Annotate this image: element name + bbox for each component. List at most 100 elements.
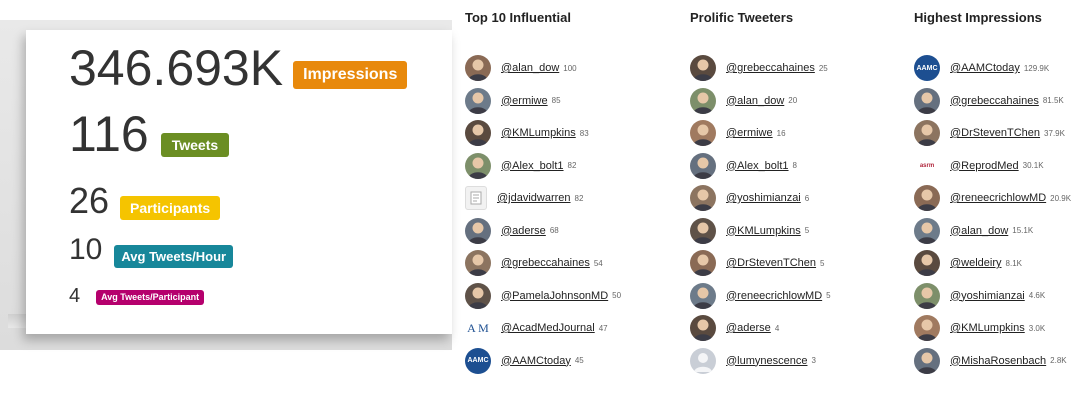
list-item[interactable]: AAMC @AAMCtoday 129.9K [914, 53, 1049, 83]
list-item[interactable]: @Alex_bolt1 8 [690, 151, 797, 181]
user-handle-link[interactable]: @yoshimianzai [950, 290, 1025, 302]
list-item[interactable]: @aderse 68 [465, 216, 559, 246]
impressions-stat: 346.693K Impressions [69, 40, 408, 96]
user-handle-link[interactable]: @KMLumpkins [726, 225, 801, 237]
person-avatar-icon [914, 217, 940, 244]
user-handle-link[interactable]: @Alex_bolt1 [726, 160, 789, 172]
user-count: 85 [551, 96, 561, 105]
list-item[interactable]: @lumynescence 3 [690, 346, 816, 376]
list-item[interactable]: @reneecrichlowMD 5 [690, 281, 831, 311]
person-avatar-icon [914, 250, 940, 276]
user-count: 50 [612, 291, 622, 300]
list-item[interactable]: A M @AcadMedJournal 47 [465, 313, 608, 343]
user-handle-link[interactable]: @weldeiry [950, 257, 1002, 269]
list-item[interactable]: @alan_dow 15.1K [914, 216, 1033, 246]
user-handle-link[interactable]: @DrStevenTChen [950, 127, 1040, 139]
default-user-avatar-icon [690, 347, 716, 374]
list-item[interactable]: @KMLumpkins 83 [465, 118, 589, 148]
list-item[interactable]: @jdavidwarren 82 [465, 183, 583, 213]
user-handle-link[interactable]: @reneecrichlowMD [950, 192, 1046, 204]
user-count: 4.6K [1028, 291, 1046, 300]
user-handle-link[interactable]: @ermiwe [726, 127, 773, 139]
list-item[interactable]: @yoshimianzai 6 [690, 183, 809, 213]
user-count: 30.1K [1022, 161, 1044, 170]
list-item[interactable]: @Alex_bolt1 82 [465, 151, 576, 181]
user-handle-link[interactable]: @PamelaJohnsonMD [501, 290, 608, 302]
list-item[interactable]: @ermiwe 85 [465, 86, 561, 116]
list-item[interactable]: @alan_dow 100 [465, 53, 577, 83]
user-count: 37.9K [1044, 128, 1065, 138]
list-item[interactable]: @KMLumpkins 5 [690, 216, 809, 246]
list-item[interactable]: asrm @ReprodMed 30.1K [914, 151, 1044, 181]
prolific-title: Prolific Tweeters [690, 10, 794, 25]
user-count: 20.9K [1050, 193, 1072, 203]
impressions-list-title: Highest Impressions [914, 10, 1042, 25]
user-handle-link[interactable]: @AAMCtoday [950, 62, 1020, 74]
participants-badge: Participants [120, 196, 221, 220]
list-item[interactable]: @reneecrichlowMD 20.9K [914, 183, 1071, 213]
list-item[interactable]: @PamelaJohnsonMD 50 [465, 281, 621, 311]
user-handle-link[interactable]: @Alex_bolt1 [501, 160, 564, 172]
user-handle-link[interactable]: @alan_dow [501, 62, 559, 74]
user-handle-link[interactable]: @grebeccahaines [950, 95, 1039, 107]
user-count: 5 [804, 226, 810, 235]
list-item[interactable]: @grebeccahaines 81.5K [914, 86, 1064, 116]
document-avatar-icon [465, 186, 487, 210]
person-avatar-icon [465, 55, 491, 81]
list-item[interactable]: @KMLumpkins 3.0K [914, 313, 1045, 343]
user-handle-link[interactable]: @MishaRosenbach [950, 355, 1046, 367]
list-item[interactable]: AAMC @AAMCtoday 45 [465, 346, 584, 376]
user-handle-link[interactable]: @grebeccahaines [501, 257, 590, 269]
user-count: 45 [574, 356, 584, 365]
user-count: 2.8K [1050, 356, 1067, 365]
user-count: 15.1K [1012, 226, 1034, 235]
list-item[interactable]: @MishaRosenbach 2.8K [914, 346, 1067, 376]
person-avatar-icon [914, 347, 940, 374]
tweets-badge: Tweets [160, 133, 230, 157]
list-item[interactable]: @grebeccahaines 25 [690, 53, 828, 83]
user-handle-link[interactable]: @aderse [501, 225, 546, 237]
person-avatar-icon [690, 87, 716, 114]
list-item[interactable]: @DrStevenTChen 37.9K [914, 118, 1065, 148]
user-handle-link[interactable]: @lumynescence [726, 355, 807, 367]
person-avatar-icon [914, 120, 940, 146]
avg-participant-value: 4 [69, 284, 81, 307]
person-avatar-icon [690, 282, 716, 309]
person-avatar-icon [690, 315, 716, 341]
user-count: 5 [820, 258, 825, 268]
list-item[interactable]: @yoshimianzai 4.6K [914, 281, 1045, 311]
list-item[interactable]: @DrStevenTChen 5 [690, 248, 825, 278]
list-item[interactable]: @weldeiry 8.1K [914, 248, 1022, 278]
user-handle-link[interactable]: @ermiwe [501, 95, 548, 107]
user-handle-link[interactable]: @yoshimianzai [726, 192, 801, 204]
user-handle-link[interactable]: @ReprodMed [950, 160, 1019, 172]
user-handle-link[interactable]: @AAMCtoday [501, 355, 571, 367]
user-count: 82 [567, 161, 577, 170]
list-item[interactable]: @ermiwe 16 [690, 118, 786, 148]
person-avatar-icon [690, 250, 716, 276]
user-handle-link[interactable]: @DrStevenTChen [726, 257, 816, 269]
user-handle-link[interactable]: @alan_dow [950, 225, 1008, 237]
user-count: 3 [811, 356, 816, 365]
user-handle-link[interactable]: @aderse [726, 322, 771, 334]
aamc-logo-avatar-icon: AAMC [465, 347, 491, 374]
list-item[interactable]: @alan_dow 20 [690, 86, 797, 116]
tweets-value: 116 [69, 106, 149, 162]
avg-participant-stat: 4 Avg Tweets/Participant [69, 283, 205, 309]
list-item[interactable]: @grebeccahaines 54 [465, 248, 603, 278]
asrm-logo-avatar-icon: asrm [914, 152, 940, 179]
user-handle-link[interactable]: @alan_dow [726, 95, 784, 107]
user-handle-link[interactable]: @KMLumpkins [501, 127, 576, 139]
user-handle-link[interactable]: @reneecrichlowMD [726, 290, 822, 302]
impressions-value: 346.693K [69, 40, 284, 96]
am-logo-avatar-icon: A M [465, 315, 491, 341]
person-avatar-icon [690, 217, 716, 244]
list-item[interactable]: @aderse 4 [690, 313, 779, 343]
avg-hour-badge: Avg Tweets/Hour [114, 244, 234, 268]
participants-value: 26 [69, 180, 110, 221]
user-handle-link[interactable]: @grebeccahaines [726, 62, 815, 74]
user-handle-link[interactable]: @jdavidwarren [497, 192, 571, 204]
user-handle-link[interactable]: @KMLumpkins [950, 322, 1025, 334]
user-handle-link[interactable]: @AcadMedJournal [501, 322, 595, 334]
user-count: 4 [774, 323, 780, 333]
